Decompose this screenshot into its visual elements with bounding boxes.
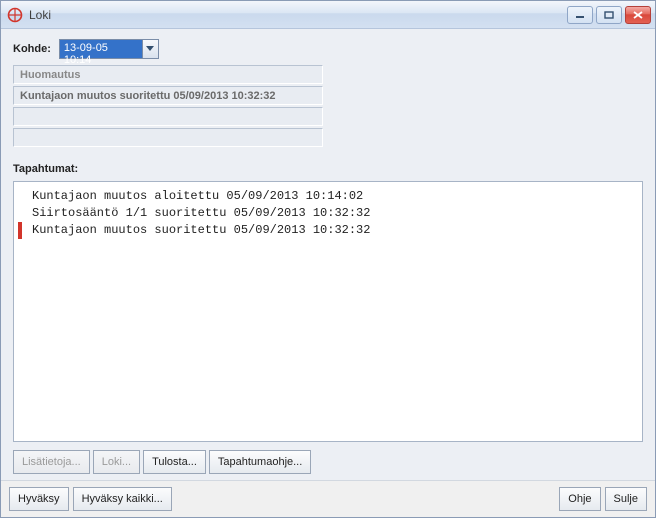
app-icon <box>7 7 23 23</box>
window-body: Kohde: 13-09-05 10:14 Huomautus Kuntajao… <box>1 29 655 480</box>
chevron-down-icon[interactable] <box>142 40 158 58</box>
kohde-label: Kohde: <box>13 43 51 55</box>
kohde-combobox[interactable]: 13-09-05 10:14 <box>59 39 159 59</box>
event-line[interactable]: Kuntajaon muutos aloitettu 05/09/2013 10… <box>18 188 638 205</box>
event-line[interactable]: Kuntajaon muutos suoritettu 05/09/2013 1… <box>18 222 638 239</box>
window: Loki Kohde: 13-09-05 10:14 Huomautu <box>0 0 656 518</box>
ohje-button[interactable]: Ohje <box>559 487 600 511</box>
close-button[interactable] <box>625 6 651 24</box>
hyvaksy-kaikki-button[interactable]: Hyväksy kaikki... <box>73 487 172 511</box>
footer: Hyväksy Hyväksy kaikki... Ohje Sulje <box>1 480 655 517</box>
panel-empty-2 <box>13 128 323 147</box>
events-label: Tapahtumat: <box>13 163 643 175</box>
hyvaksy-button[interactable]: Hyväksy <box>9 487 69 511</box>
window-buttons <box>567 6 651 24</box>
notice-message-text: Kuntajaon muutos suoritettu 05/09/2013 1… <box>20 90 276 102</box>
events-list[interactable]: Kuntajaon muutos aloitettu 05/09/2013 10… <box>13 181 643 442</box>
notice-header-label: Huomautus <box>20 69 81 81</box>
footer-spacer <box>176 487 555 511</box>
event-line[interactable]: Siirtosääntö 1/1 suoritettu 05/09/2013 1… <box>18 205 638 222</box>
sulje-button[interactable]: Sulje <box>605 487 647 511</box>
tapahtumaohje-button[interactable]: Tapahtumaohje... <box>209 450 311 474</box>
kohde-value: 13-09-05 10:14 <box>60 40 142 58</box>
notice-header: Huomautus <box>13 65 323 84</box>
panel-empty-1 <box>13 107 323 126</box>
minimize-button[interactable] <box>567 6 593 24</box>
maximize-button[interactable] <box>596 6 622 24</box>
tulosta-button[interactable]: Tulosta... <box>143 450 206 474</box>
kohde-row: Kohde: 13-09-05 10:14 <box>13 39 643 59</box>
toolbar: Lisätietoja... Loki... Tulosta... Tapaht… <box>13 450 643 474</box>
loki-button[interactable]: Loki... <box>93 450 140 474</box>
window-title: Loki <box>29 8 567 22</box>
notice-message: Kuntajaon muutos suoritettu 05/09/2013 1… <box>13 86 323 105</box>
lisatietoja-button[interactable]: Lisätietoja... <box>13 450 90 474</box>
titlebar: Loki <box>1 1 655 29</box>
